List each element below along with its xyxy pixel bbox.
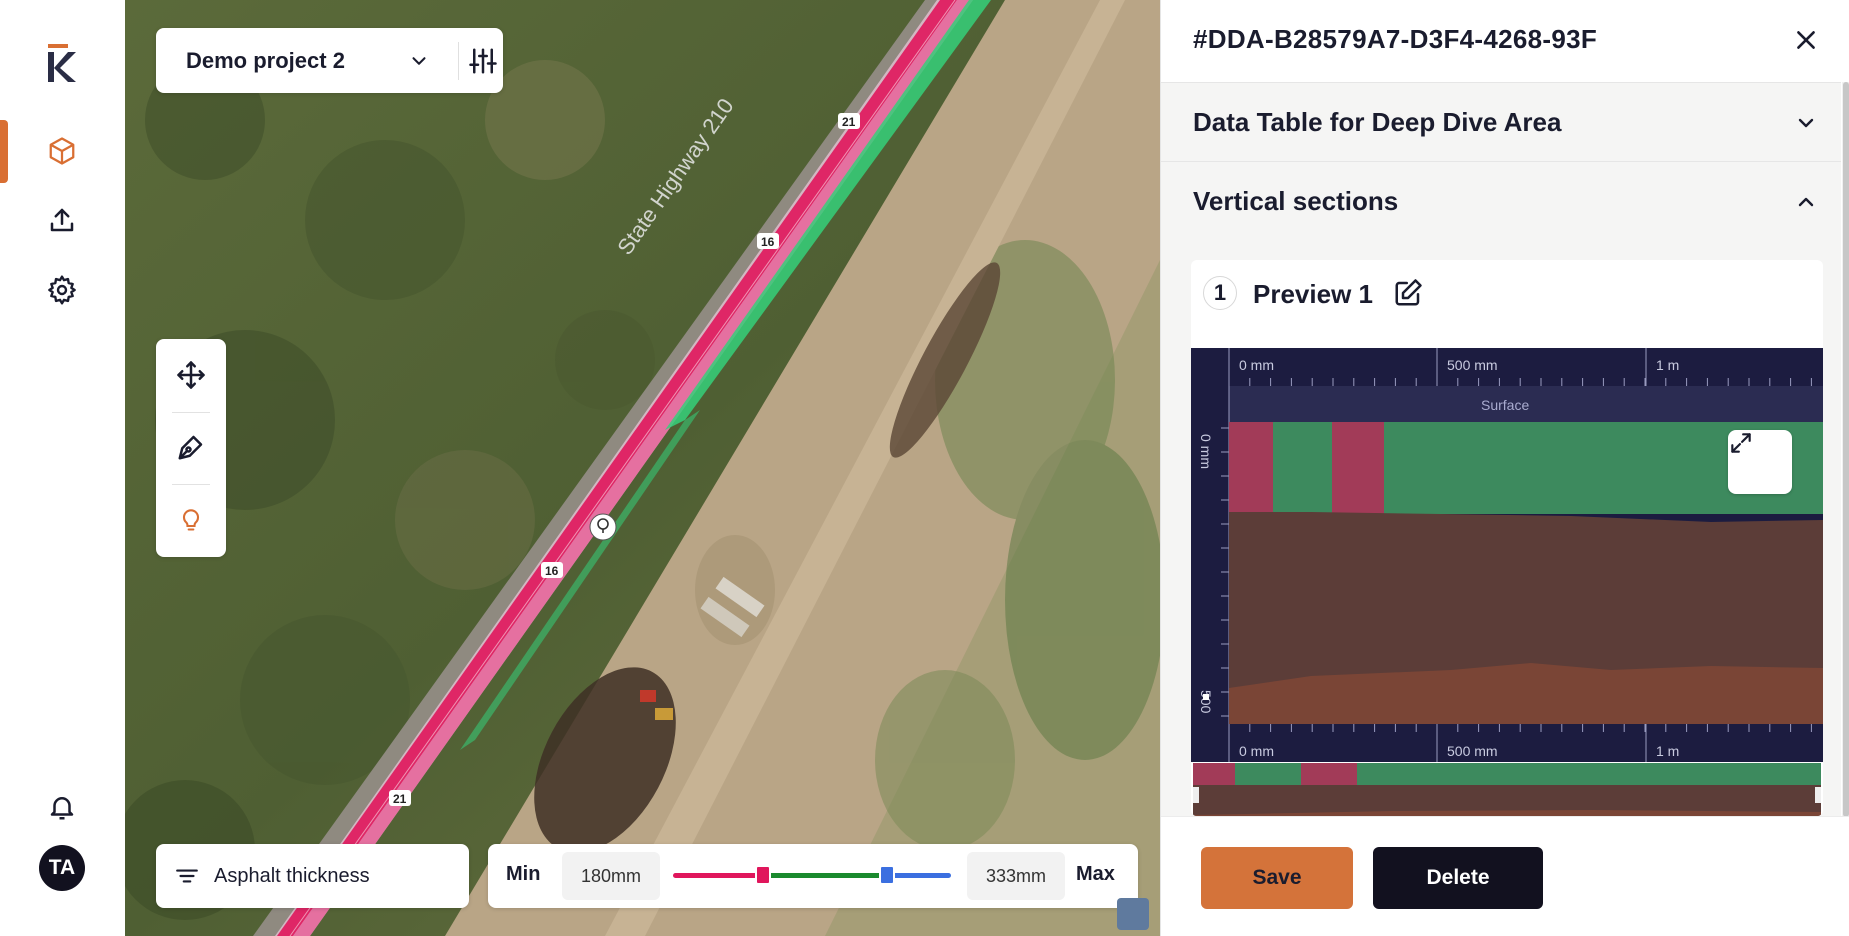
- bottom-tick-label: 1 m: [1656, 743, 1679, 759]
- range-track-low: [673, 873, 763, 878]
- divider: [172, 412, 210, 413]
- chevron-down-icon: [1798, 118, 1814, 128]
- edit-preview-button[interactable]: [1391, 276, 1425, 310]
- expand-icon: [1731, 433, 1751, 453]
- scrollbar-thumb[interactable]: [1843, 82, 1849, 817]
- preview-name: Preview 1: [1253, 279, 1373, 309]
- filter-lines-icon: [176, 869, 198, 883]
- move-icon: [177, 361, 205, 389]
- deep-dive-panel: #DDA-B28579A7-D3F4-4268-93F Data Table f…: [1160, 0, 1849, 936]
- user-avatar[interactable]: TA: [39, 845, 85, 891]
- top-tick-label: 500 mm: [1447, 357, 1498, 373]
- edit-icon: [1395, 279, 1422, 306]
- pan-tool-button[interactable]: [167, 351, 215, 399]
- bottom-tick-label: 0 mm: [1239, 743, 1274, 759]
- aerial-imagery: 21 16 16 21 State Highway 210: [125, 0, 1160, 936]
- filter-settings-button[interactable]: [466, 44, 500, 78]
- left-rail: TA: [0, 0, 125, 936]
- max-slider-handle[interactable]: [879, 865, 895, 885]
- pen-tool-icon: [178, 435, 203, 460]
- top-tick-label: 1 m: [1656, 357, 1679, 373]
- notifications-button[interactable]: [40, 785, 84, 829]
- layer-label: Asphalt thickness: [214, 864, 370, 887]
- sliders-icon: [469, 48, 497, 74]
- thickness-range-filter: Min 180mm 333mm Max: [488, 844, 1138, 908]
- close-panel-button[interactable]: [1788, 22, 1824, 58]
- min-value-field[interactable]: 180mm: [562, 852, 660, 900]
- preview-number-badge: 1: [1203, 276, 1237, 310]
- vertical-section-chart[interactable]: 0 mm 500 mm 1 m Surface 0 mm 500 0 mm 50…: [1191, 348, 1823, 762]
- map-view[interactable]: 21 16 16 21 State Highway 210 Demo proje…: [125, 0, 1160, 936]
- insights-tool-button[interactable]: [167, 495, 215, 543]
- chevron-down-icon[interactable]: [408, 50, 430, 72]
- max-label: Max: [1076, 863, 1115, 885]
- asphalt-thin-segment: [1332, 422, 1384, 514]
- draw-tool-button[interactable]: [167, 423, 215, 471]
- vertical-sections-body: 1 Preview 1 0 mm 500 mm 1 m Surface 0 mm…: [1161, 240, 1841, 816]
- map-toolbar: [156, 339, 226, 557]
- expand-chart-button[interactable]: [1728, 430, 1792, 494]
- panel-scrollbar[interactable]: [1842, 82, 1849, 817]
- side-tick-label: 500: [1198, 690, 1214, 714]
- accordion-vertical-sections[interactable]: Vertical sections: [1161, 161, 1841, 240]
- close-icon: [1797, 31, 1815, 49]
- active-nav-indicator: [0, 120, 8, 183]
- lightbulb-icon: [182, 509, 200, 531]
- divider: [458, 42, 459, 80]
- road-label-21: 21: [842, 115, 856, 129]
- panel-footer: Save Delete: [1161, 816, 1849, 936]
- chevron-up-icon: [1798, 197, 1814, 207]
- deep-dive-id-title: #DDA-B28579A7-D3F4-4268-93F: [1193, 24, 1598, 54]
- divider: [172, 484, 210, 485]
- max-value-field[interactable]: 333mm: [967, 852, 1065, 900]
- range-track-high[interactable]: [887, 873, 951, 878]
- road-label-21-b: 21: [393, 792, 407, 806]
- accordion-title: Data Table for Deep Dive Area: [1193, 106, 1562, 137]
- cube-icon: [49, 137, 75, 165]
- asphalt-thin-segment: [1229, 422, 1273, 514]
- project-selector[interactable]: Demo project 2: [156, 28, 503, 93]
- sidebar-item-upload[interactable]: [40, 198, 84, 242]
- map-info-button[interactable]: [1117, 898, 1149, 930]
- map-pin-icon[interactable]: [589, 513, 617, 541]
- min-slider-handle[interactable]: [755, 865, 771, 885]
- range-track-mid: [763, 873, 887, 878]
- accordion-title: Vertical sections: [1193, 185, 1399, 216]
- side-tick-label: 0 mm: [1198, 434, 1214, 469]
- min-label: Min: [506, 863, 541, 885]
- section-overview-minimap[interactable]: [1193, 763, 1821, 816]
- road-label-16: 16: [761, 235, 775, 249]
- project-name: Demo project 2: [186, 47, 345, 73]
- layer-selector[interactable]: Asphalt thickness: [156, 844, 469, 908]
- sidebar-item-settings[interactable]: [40, 268, 84, 312]
- upload-icon: [50, 208, 74, 232]
- top-tick-label: 0 mm: [1239, 357, 1274, 373]
- preview-card: 1 Preview 1 0 mm 500 mm 1 m Surface 0 mm…: [1191, 260, 1823, 816]
- kx-logo-icon[interactable]: [44, 44, 80, 88]
- accordion-data-table[interactable]: Data Table for Deep Dive Area: [1161, 82, 1841, 161]
- save-button[interactable]: Save: [1201, 847, 1353, 909]
- delete-button[interactable]: Delete: [1373, 847, 1543, 909]
- sidebar-item-projects[interactable]: [40, 129, 84, 173]
- bottom-tick-label: 500 mm: [1447, 743, 1498, 759]
- bell-icon: [50, 797, 74, 820]
- road-label-16-b: 16: [545, 564, 559, 578]
- gear-icon: [48, 275, 76, 305]
- surface-label: Surface: [1481, 397, 1529, 413]
